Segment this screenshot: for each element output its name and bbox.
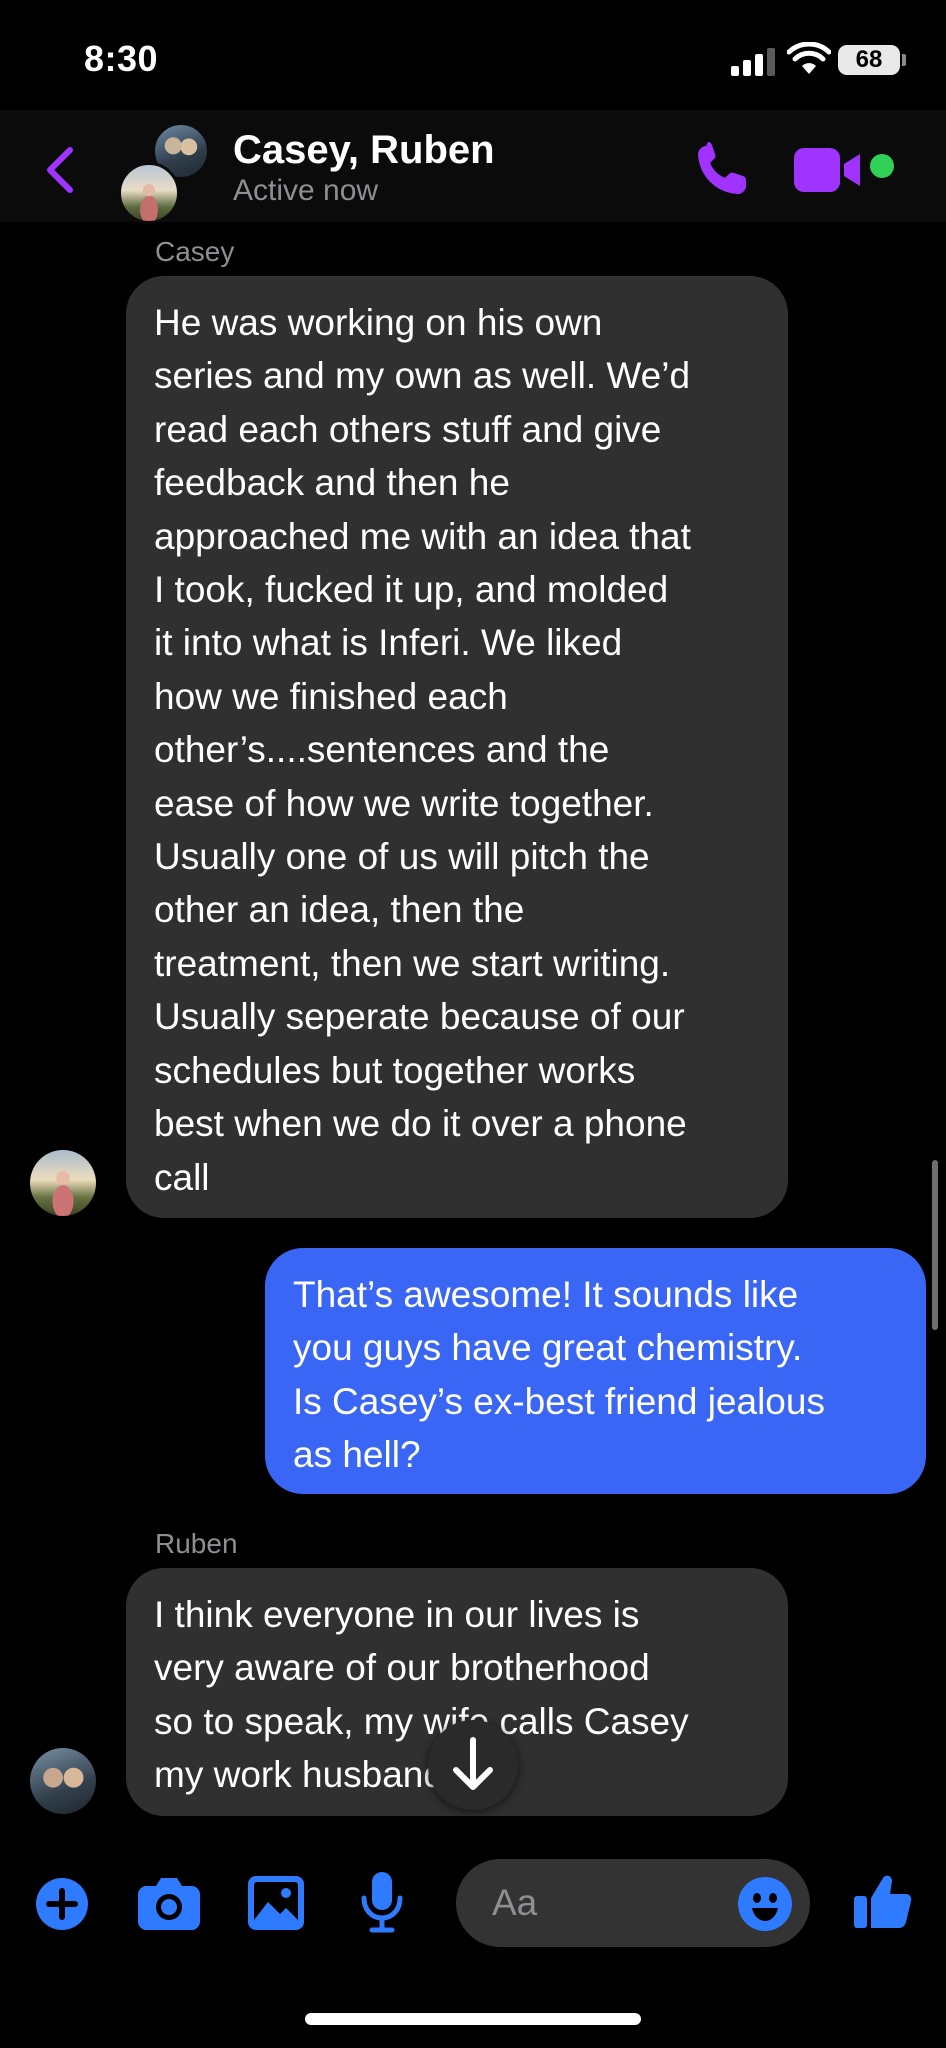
message-line: other an idea, then the	[154, 889, 525, 931]
message-line: He was working on his own	[154, 302, 603, 343]
wifi-icon	[787, 42, 831, 74]
message-line: call	[154, 1156, 210, 1198]
chat-title[interactable]: Casey, Ruben	[233, 128, 495, 173]
message-input-container	[456, 1859, 810, 1947]
message-line: best when we do it over a phone	[154, 1103, 687, 1145]
message-input[interactable]	[492, 1877, 712, 1929]
scroll-to-bottom-button[interactable]	[428, 1720, 518, 1810]
message-line: schedules but together works	[154, 1049, 636, 1091]
message-bubble[interactable]: He was working on his own series and my …	[126, 276, 788, 1218]
message-line: I took, fucked it up, and molded	[154, 569, 669, 611]
message-line: treatment, then we start writing.	[154, 942, 671, 984]
message-line: you guys have great chemistry.	[293, 1327, 803, 1369]
back-icon[interactable]	[42, 144, 78, 196]
chat-header: Casey, Ruben Active now	[0, 110, 946, 224]
message-line: how we finished each	[154, 675, 508, 717]
message-line: I think everyone in our lives is	[154, 1594, 640, 1635]
message-bubble[interactable]: That’s awesome! It sounds like you guys …	[265, 1248, 926, 1494]
message-line: Usually seperate because of our	[154, 996, 685, 1038]
avatar[interactable]	[30, 1748, 96, 1814]
message-line: That’s awesome! It sounds like	[293, 1274, 799, 1315]
message-line: very aware of our brotherhood	[154, 1647, 650, 1689]
group-avatar[interactable]	[118, 122, 218, 224]
message-line: read each others stuff and give	[154, 408, 662, 450]
battery-cap	[902, 54, 906, 66]
composer-bar	[0, 1842, 946, 1962]
active-indicator	[870, 154, 894, 178]
message-line: approached me with an idea that	[154, 515, 691, 557]
message-line: series and my own as well. We’d	[154, 355, 691, 397]
avatar-casey	[118, 162, 180, 224]
arrow-down-icon	[453, 1737, 493, 1790]
thumbs-up-icon[interactable]	[854, 1872, 912, 1930]
add-icon[interactable]	[36, 1878, 88, 1930]
battery-icon: 68	[838, 45, 900, 75]
microphone-icon[interactable]	[360, 1872, 404, 1934]
message-line: Is Casey’s ex-best friend jealous	[293, 1380, 825, 1422]
gallery-icon[interactable]	[248, 1876, 304, 1930]
message-line: as hell?	[293, 1434, 421, 1476]
message-line: feedback and then he	[154, 462, 510, 504]
camera-icon[interactable]	[138, 1876, 200, 1930]
message-line: Usually one of us will pitch the	[154, 836, 650, 878]
home-indicator[interactable]	[305, 2013, 641, 2025]
active-status: Active now	[233, 174, 379, 207]
message-line: ease of how we write together.	[154, 782, 654, 824]
sender-name: Casey	[155, 236, 235, 267]
scrollbar[interactable]	[932, 1160, 938, 1330]
video-icon[interactable]	[794, 148, 864, 192]
message-line: other’s....sentences and the	[154, 729, 610, 771]
status-time: 8:30	[84, 38, 159, 79]
avatar[interactable]	[30, 1150, 96, 1216]
signal-icon	[731, 46, 775, 76]
message-line: it into what is Inferi. We liked	[154, 622, 623, 664]
phone-icon[interactable]	[694, 140, 750, 196]
emoji-icon[interactable]	[738, 1877, 792, 1931]
status-bar: 8:30 68	[0, 0, 946, 120]
sender-name: Ruben	[155, 1528, 238, 1559]
